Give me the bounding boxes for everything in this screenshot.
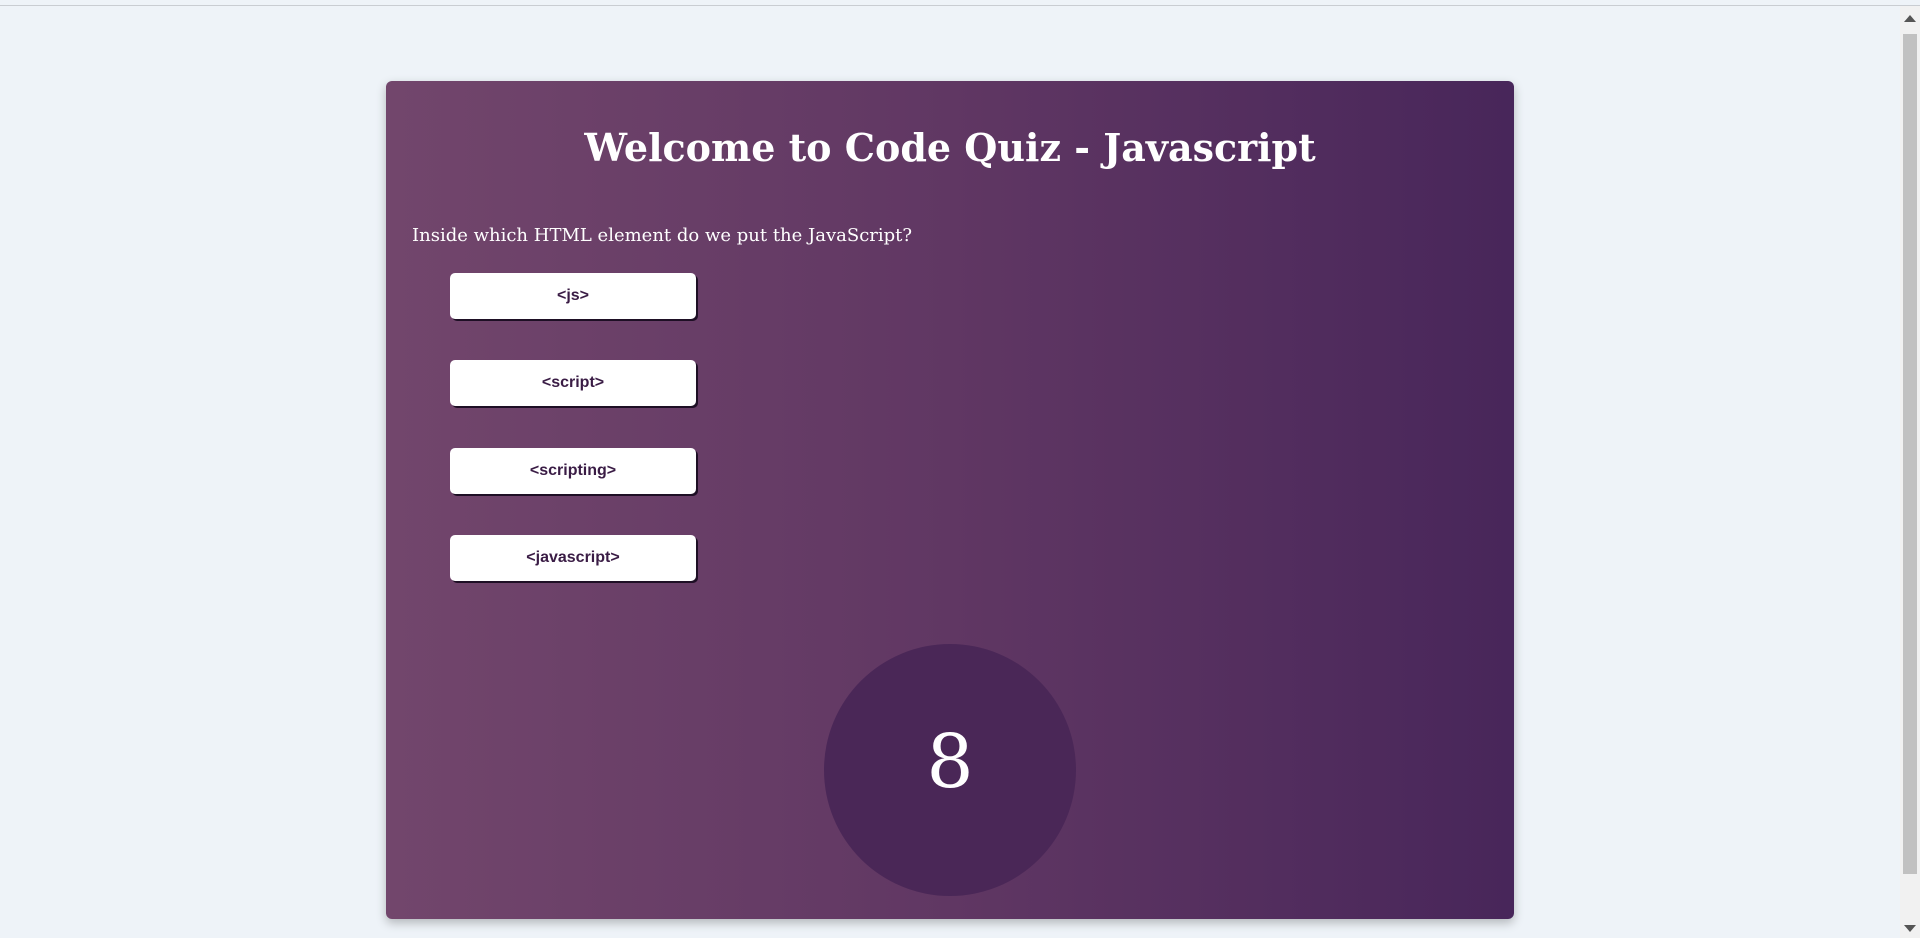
answer-button-scripting[interactable]: <scripting> <box>450 448 696 494</box>
scrollbar-thumb[interactable] <box>1903 34 1917 874</box>
question-text: Inside which HTML element do we put the … <box>412 225 913 246</box>
scroll-down-arrow-icon[interactable] <box>1904 925 1916 932</box>
answer-button-javascript[interactable]: <javascript> <box>450 535 696 581</box>
answer-button-js[interactable]: <js> <box>450 273 696 319</box>
scroll-up-arrow-icon[interactable] <box>1904 15 1916 22</box>
vertical-scrollbar[interactable] <box>1900 6 1920 938</box>
browser-top-border <box>0 0 1920 6</box>
answer-button-script[interactable]: <script> <box>450 360 696 406</box>
page-title: Welcome to Code Quiz - Javascript <box>584 125 1316 170</box>
quiz-card: Welcome to Code Quiz - Javascript Inside… <box>386 81 1514 919</box>
countdown-timer: 8 <box>824 644 1076 896</box>
